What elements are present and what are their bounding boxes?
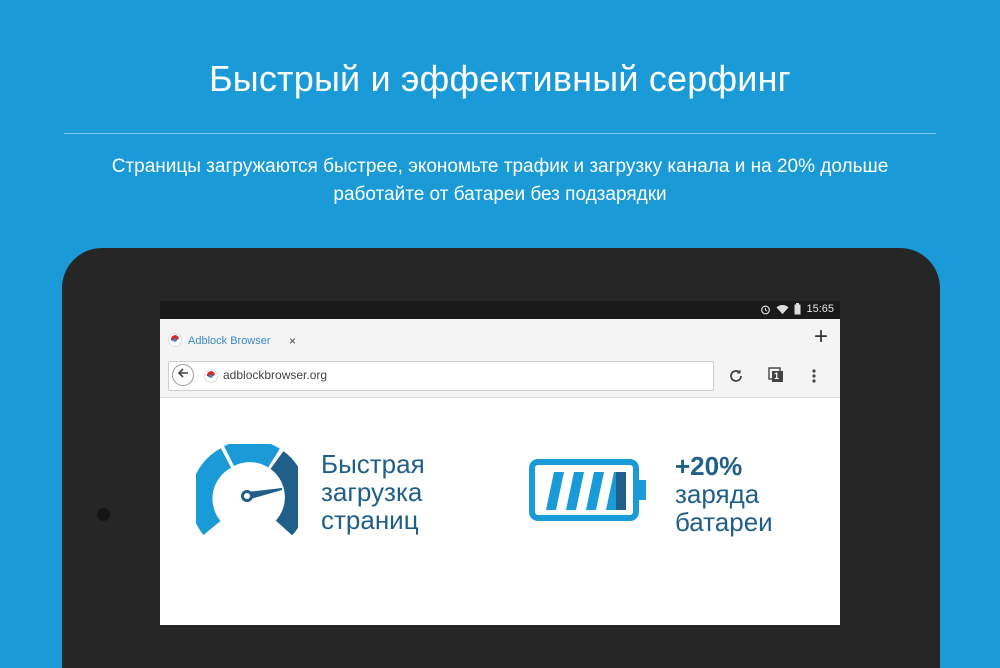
- reload-button[interactable]: [728, 368, 744, 389]
- overflow-menu-button[interactable]: [812, 368, 816, 389]
- back-arrow-icon: [177, 366, 189, 384]
- status-time: 15:65: [806, 303, 834, 315]
- battery-line-1: +20%: [675, 451, 743, 481]
- url-favicon: [204, 369, 218, 388]
- adblock-favicon: [168, 332, 182, 350]
- back-button[interactable]: [172, 364, 194, 386]
- address-bar[interactable]: adblockbrowser.org: [168, 361, 714, 391]
- subtitle-line-1: Страницы загружаются быстрее, экономьте …: [111, 156, 889, 177]
- headline-divider: [64, 133, 936, 134]
- battery-icon: [794, 303, 801, 315]
- alarm-icon: [760, 304, 771, 315]
- speedometer-icon: [190, 440, 307, 541]
- overflow-menu-icon: [812, 369, 816, 388]
- speed-line-3: страниц: [321, 505, 419, 535]
- tab-close-button[interactable]: ×: [289, 334, 296, 348]
- promo-headline: Быстрый и эффективный серфинг: [208, 58, 792, 99]
- tabs-button[interactable]: 1: [768, 367, 784, 383]
- speed-line-1: Быстрая: [321, 449, 425, 479]
- speed-feature-text: Быстрая загрузка страниц: [321, 450, 425, 534]
- url-text: adblockbrowser.org: [223, 368, 328, 382]
- tabs-count: 1: [774, 371, 780, 381]
- browser-toolbar: adblockbrowser.org 1: [160, 357, 840, 398]
- battery-feature-text: +20% заряда батареи: [675, 452, 773, 536]
- subtitle-line-2: работайте от батареи без подзарядки: [333, 184, 667, 205]
- tab-strip: Adblock Browser × +: [160, 319, 840, 357]
- page-content: Быстрая загрузка страниц +20% заряда бат…: [160, 398, 840, 625]
- status-bar: 15:65: [160, 301, 840, 319]
- tablet-screen: 15:65 Adblock Browser × + adblockbrowser…: [160, 301, 840, 625]
- new-tab-button[interactable]: +: [814, 325, 828, 349]
- reload-icon: [728, 369, 744, 388]
- wifi-icon: [776, 304, 790, 315]
- battery-line-2: заряда: [675, 479, 760, 509]
- tabs-icon: 1: [768, 367, 784, 383]
- battery-line-3: батареи: [675, 507, 773, 537]
- browser-tab[interactable]: Adblock Browser ×: [168, 327, 296, 355]
- tab-title: Adblock Browser: [188, 335, 271, 347]
- promo-subtitle: Страницы загружаются быстрее, экономьте …: [80, 153, 920, 209]
- battery-large-icon: [528, 458, 650, 527]
- tablet-camera: [97, 508, 110, 521]
- speed-line-2: загрузка: [321, 477, 423, 507]
